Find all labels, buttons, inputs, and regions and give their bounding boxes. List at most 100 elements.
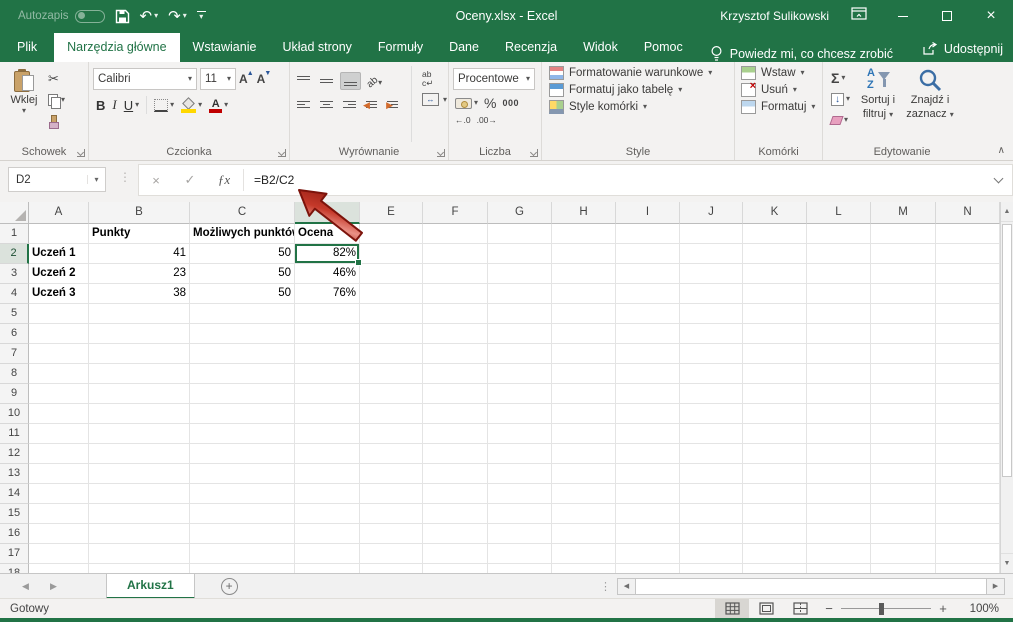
cell-D14[interactable] (295, 484, 360, 504)
cell-G10[interactable] (488, 404, 552, 424)
cell-styles-button[interactable]: Style komórki ▾ (549, 100, 730, 114)
cell-J7[interactable] (680, 344, 743, 364)
cell-J9[interactable] (680, 384, 743, 404)
font-size-select[interactable]: 11 ▾ (200, 68, 236, 90)
cell-L6[interactable] (807, 324, 871, 344)
cell-E18[interactable] (360, 564, 423, 573)
tab-recenzja[interactable]: Recenzja (492, 33, 570, 62)
cell-M8[interactable] (871, 364, 936, 384)
cell-C2[interactable]: 50 (190, 244, 295, 264)
cell-J10[interactable] (680, 404, 743, 424)
cell-J17[interactable] (680, 544, 743, 564)
merge-dropdown-icon[interactable]: ▾ (443, 96, 447, 104)
fill-color-button[interactable]: ▾ (181, 98, 202, 113)
font-name-select[interactable]: Calibri ▾ (93, 68, 197, 90)
cell-C5[interactable] (190, 304, 295, 324)
close-button[interactable]: × (969, 0, 1013, 32)
cell-G18[interactable] (488, 564, 552, 573)
cell-D6[interactable] (295, 324, 360, 344)
cell-K12[interactable] (743, 444, 807, 464)
redo-button[interactable]: ↷ ▾ (168, 9, 187, 24)
cell-H6[interactable] (552, 324, 616, 344)
next-sheet-button[interactable]: ▶ (50, 581, 76, 592)
clear-button[interactable]: ▾ (831, 112, 850, 128)
column-header-J[interactable]: J (680, 202, 743, 224)
cell-K8[interactable] (743, 364, 807, 384)
cell-H18[interactable] (552, 564, 616, 573)
cell-D7[interactable] (295, 344, 360, 364)
cell-F14[interactable] (423, 484, 488, 504)
cell-K2[interactable] (743, 244, 807, 264)
cell-I15[interactable] (616, 504, 680, 524)
cell-H7[interactable] (552, 344, 616, 364)
cell-B18[interactable] (89, 564, 190, 573)
scroll-up-button[interactable]: ▲ (1001, 202, 1013, 222)
cell-B4[interactable]: 38 (89, 284, 190, 304)
column-header-E[interactable]: E (360, 202, 423, 224)
wrap-text-button[interactable]: abc↵ (422, 70, 447, 87)
zoom-slider-handle[interactable] (879, 603, 884, 615)
page-break-view-button[interactable] (783, 599, 817, 618)
cell-I18[interactable] (616, 564, 680, 573)
schowek-dialog-launcher[interactable] (77, 149, 85, 157)
column-header-A[interactable]: A (29, 202, 89, 224)
cell-F10[interactable] (423, 404, 488, 424)
cell-K4[interactable] (743, 284, 807, 304)
cell-A7[interactable] (29, 344, 89, 364)
cell-K15[interactable] (743, 504, 807, 524)
cell-K14[interactable] (743, 484, 807, 504)
cell-G17[interactable] (488, 544, 552, 564)
cell-N10[interactable] (936, 404, 1000, 424)
cell-F16[interactable] (423, 524, 488, 544)
cell-G15[interactable] (488, 504, 552, 524)
cell-M9[interactable] (871, 384, 936, 404)
cell-I3[interactable] (616, 264, 680, 284)
cell-J13[interactable] (680, 464, 743, 484)
cell-G2[interactable] (488, 244, 552, 264)
cell-N14[interactable] (936, 484, 1000, 504)
cell-I9[interactable] (616, 384, 680, 404)
cell-G9[interactable] (488, 384, 552, 404)
delete-cells-button[interactable]: Usuń ▾ (741, 83, 818, 97)
new-sheet-button[interactable]: + (221, 578, 238, 595)
row-header-18[interactable]: 18 (0, 564, 29, 573)
cell-L9[interactable] (807, 384, 871, 404)
clear-dropdown-icon[interactable]: ▾ (844, 116, 848, 124)
cell-I12[interactable] (616, 444, 680, 464)
row-header-9[interactable]: 9 (0, 384, 29, 404)
shrink-font-button[interactable]: A▼ (257, 72, 272, 86)
cell-L10[interactable] (807, 404, 871, 424)
column-header-L[interactable]: L (807, 202, 871, 224)
cell-A15[interactable] (29, 504, 89, 524)
cell-E8[interactable] (360, 364, 423, 384)
cell-J14[interactable] (680, 484, 743, 504)
cell-J15[interactable] (680, 504, 743, 524)
cell-F18[interactable] (423, 564, 488, 573)
increase-decimal-button[interactable]: ←.0 (455, 115, 471, 125)
underline-dropdown-icon[interactable]: ▾ (135, 101, 139, 109)
cell-K11[interactable] (743, 424, 807, 444)
cell-I14[interactable] (616, 484, 680, 504)
cell-B15[interactable] (89, 504, 190, 524)
fill-color-dropdown-icon[interactable]: ▾ (198, 101, 202, 109)
cell-M16[interactable] (871, 524, 936, 544)
cell-C12[interactable] (190, 444, 295, 464)
cell-N7[interactable] (936, 344, 1000, 364)
share-button[interactable]: Udostępnij (922, 42, 1003, 56)
cell-G4[interactable] (488, 284, 552, 304)
cell-M14[interactable] (871, 484, 936, 504)
cell-C15[interactable] (190, 504, 295, 524)
cell-M17[interactable] (871, 544, 936, 564)
cell-J5[interactable] (680, 304, 743, 324)
column-header-B[interactable]: B (89, 202, 190, 224)
cell-E6[interactable] (360, 324, 423, 344)
cell-C4[interactable]: 50 (190, 284, 295, 304)
cell-E1[interactable] (360, 224, 423, 244)
cell-H1[interactable] (552, 224, 616, 244)
cell-D17[interactable] (295, 544, 360, 564)
cell-B8[interactable] (89, 364, 190, 384)
cell-C8[interactable] (190, 364, 295, 384)
cell-G13[interactable] (488, 464, 552, 484)
cell-M12[interactable] (871, 444, 936, 464)
cell-K17[interactable] (743, 544, 807, 564)
